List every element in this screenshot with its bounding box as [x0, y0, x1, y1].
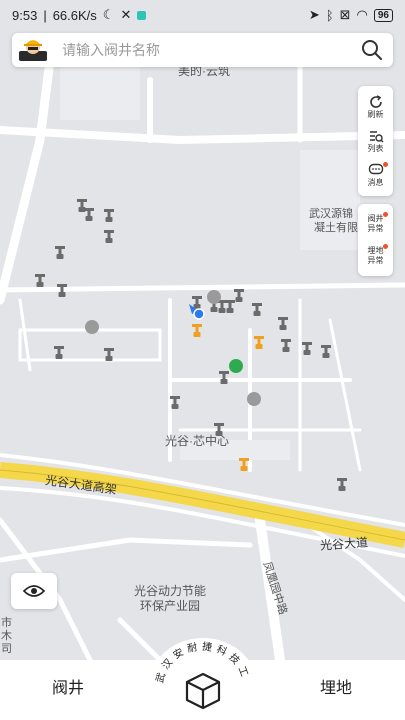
- moon-icon: ☾: [102, 7, 115, 22]
- map-view[interactable]: 美的·云筑 武汉源锦 凝土有限 光谷·芯中心 光谷大道高架 光谷大道 光谷动力节…: [0, 0, 405, 660]
- refresh-icon: [369, 95, 382, 108]
- alert-panel: 阀井 异常 埋地 异常: [358, 204, 393, 276]
- refresh-label: 刷新: [367, 110, 384, 119]
- battery-indicator: 96: [373, 8, 393, 22]
- valve-alert-dot: [383, 212, 388, 217]
- status-network-speed: 66.6K/s: [52, 7, 97, 23]
- list-label: 列表: [367, 144, 384, 153]
- buried-alert-line2: 异常: [367, 256, 384, 265]
- tab-buried[interactable]: 埋地: [320, 674, 352, 698]
- map-label-road: 光谷大道: [319, 535, 369, 553]
- message-button[interactable]: 消息: [358, 158, 393, 192]
- map-label-company2: 凝土有限: [314, 222, 358, 234]
- eye-icon: [23, 585, 45, 597]
- visibility-toggle-button[interactable]: [11, 573, 57, 609]
- tab-valve-well[interactable]: 阀井: [52, 674, 84, 698]
- valve-alert-line1: 阀井: [367, 214, 384, 223]
- bluetooth-icon: ᛒ: [325, 7, 334, 23]
- refresh-button[interactable]: 刷新: [358, 90, 393, 124]
- message-icon: [368, 163, 383, 175]
- search-bar[interactable]: 请输入阀井名称: [12, 33, 393, 67]
- map-label-park2: 环保产业园: [140, 599, 201, 613]
- status-bar: 9:53 | 66.6K/s ☾ ✕ ➤ ᛒ ⊠ ◠ 96: [0, 0, 405, 30]
- buried-alert-dot: [383, 244, 388, 249]
- list-search-icon: [369, 131, 383, 143]
- buried-alert-button[interactable]: 埋地 异常: [358, 240, 393, 272]
- wifi-icon: ◠: [356, 7, 368, 22]
- location-arrow-icon: ➤: [308, 7, 320, 22]
- valve-alert-line2: 异常: [367, 224, 384, 233]
- valve-alert-button[interactable]: 阀井 异常: [358, 208, 393, 240]
- app-notification-icon: [137, 10, 147, 20]
- status-divider: |: [43, 7, 47, 23]
- message-alert-dot: [383, 162, 388, 167]
- avatar[interactable]: [18, 36, 48, 64]
- status-time: 9:53: [12, 7, 38, 23]
- center-action-button[interactable]: 武汉安耐捷科技工程: [146, 634, 260, 720]
- map-label-edge3: 司: [1, 643, 12, 655]
- buried-alert-line1: 埋地: [367, 246, 384, 255]
- search-icon[interactable]: [361, 39, 383, 61]
- search-input[interactable]: 请输入阀井名称: [62, 40, 361, 60]
- map-tool-panel: 刷新 列表 消息: [358, 86, 393, 196]
- list-button[interactable]: 列表: [358, 124, 393, 158]
- map-label-center: 光谷·芯中心: [165, 434, 229, 448]
- valve-markers: [35, 199, 347, 491]
- notification-muted-icon: ✕: [120, 7, 132, 22]
- message-label: 消息: [367, 178, 384, 187]
- sim-disabled-icon: ⊠: [339, 7, 351, 22]
